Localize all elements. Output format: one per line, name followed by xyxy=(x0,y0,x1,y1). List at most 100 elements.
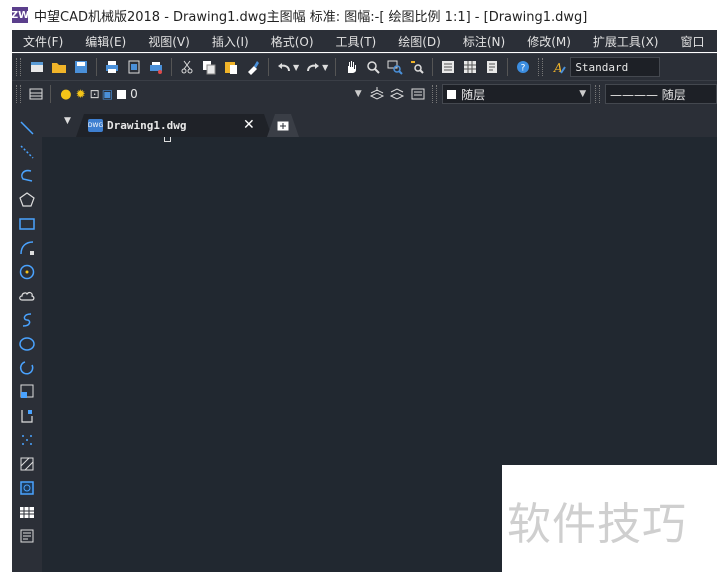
multiline-text-icon[interactable] xyxy=(16,525,38,547)
tool-palettes-icon[interactable] xyxy=(482,57,502,77)
line-icon[interactable] xyxy=(16,117,38,139)
watermark-text: 软件技巧 xyxy=(507,499,687,550)
color-select[interactable]: 随层 ▼ xyxy=(442,84,592,104)
polyline-icon[interactable] xyxy=(16,165,38,187)
properties-icon[interactable] xyxy=(438,57,458,77)
text-style-select[interactable]: Standard xyxy=(570,57,661,77)
undo-dropdown-icon[interactable]: ▼ xyxy=(293,63,299,72)
gradient-icon[interactable] xyxy=(16,477,38,499)
toolbar-grip[interactable] xyxy=(538,58,544,76)
zoom-previous-icon[interactable] xyxy=(407,57,427,77)
revision-cloud-icon[interactable] xyxy=(16,285,38,307)
new-file-icon[interactable] xyxy=(27,57,47,77)
cut-icon[interactable] xyxy=(177,57,197,77)
match-properties-icon[interactable] xyxy=(243,57,263,77)
layer-states-icon[interactable] xyxy=(409,84,428,104)
redo-dropdown-icon[interactable]: ▼ xyxy=(322,63,328,72)
publish-icon[interactable] xyxy=(146,57,166,77)
layer-dropdown-icon[interactable]: ▼ xyxy=(355,89,362,99)
circle-icon[interactable] xyxy=(16,261,38,283)
new-tab-icon xyxy=(277,121,289,130)
toolbar-grip[interactable] xyxy=(16,58,21,76)
toolbar-separator xyxy=(50,85,52,103)
layer-name-value: 0 xyxy=(130,87,138,101)
layer-select[interactable]: ● ✹ ⊡ ▣ 0 ▼ xyxy=(55,84,367,104)
rectangle-icon[interactable] xyxy=(16,213,38,235)
toolbar-grip[interactable] xyxy=(432,85,438,103)
table-icon[interactable] xyxy=(16,501,38,523)
text-style-value: Standard xyxy=(575,60,629,74)
toolbar-separator xyxy=(171,58,172,76)
polygon-icon[interactable] xyxy=(16,189,38,211)
insert-block-icon[interactable] xyxy=(16,381,38,403)
menu-extended-tools[interactable]: 扩展工具(X) xyxy=(582,33,670,50)
zoom-window-icon[interactable] xyxy=(385,57,405,77)
help-icon[interactable]: ? xyxy=(513,57,533,77)
svg-text:?: ? xyxy=(521,64,526,74)
menu-insert[interactable]: 插入(I) xyxy=(201,33,260,50)
color-dropdown-icon[interactable]: ▼ xyxy=(579,89,586,99)
layer-freeze-sun-icon[interactable]: ✹ xyxy=(76,87,86,101)
open-folder-icon[interactable] xyxy=(49,57,69,77)
close-tab-icon[interactable]: ✕ xyxy=(243,117,255,133)
undo-icon[interactable] xyxy=(274,57,294,77)
hatch-icon[interactable] xyxy=(16,453,38,475)
color-swatch xyxy=(447,89,457,99)
layer-previous-icon[interactable] xyxy=(388,84,407,104)
window-title: 中望CAD机械版2018 - Drawing1.dwg主图幅 标准: 图幅:-[… xyxy=(34,9,588,25)
toolbar-separator xyxy=(432,58,434,76)
copy-icon[interactable] xyxy=(199,57,219,77)
layer-viewport-icon[interactable]: ⊡ xyxy=(90,87,100,101)
menu-dimension[interactable]: 标注(N) xyxy=(452,33,516,50)
point-icon[interactable] xyxy=(16,429,38,451)
arc-icon[interactable] xyxy=(16,237,38,259)
design-center-icon[interactable] xyxy=(460,57,480,77)
print-icon[interactable] xyxy=(102,57,122,77)
ellipse-arc-icon[interactable] xyxy=(16,357,38,379)
layers-toolbar: ● ✹ ⊡ ▣ 0 ▼ 随层 ▼ ———— 随层 xyxy=(12,80,717,107)
construction-line-icon[interactable] xyxy=(16,141,38,163)
spline-icon[interactable] xyxy=(16,309,38,331)
menu-edit[interactable]: 编辑(E) xyxy=(74,33,137,50)
toolbar-separator xyxy=(507,58,509,76)
zoom-realtime-icon[interactable] xyxy=(363,57,383,77)
dwg-file-icon: DWG xyxy=(88,119,103,132)
toolbar-separator xyxy=(268,58,269,76)
toolbar-separator xyxy=(96,58,97,76)
tab-list-dropdown-icon[interactable]: ▼ xyxy=(64,116,71,126)
document-tab-strip: ▼ DWG Drawing1.dwg ✕ xyxy=(42,107,717,137)
menu-file[interactable]: 文件(F) xyxy=(12,33,74,50)
new-tab-button[interactable] xyxy=(267,114,299,137)
menu-tools[interactable]: 工具(T) xyxy=(325,33,388,50)
menu-modify[interactable]: 修改(M) xyxy=(516,33,582,50)
menu-draw[interactable]: 绘图(D) xyxy=(387,33,452,50)
crosshair-cursor-icon xyxy=(164,137,171,142)
print-preview-icon[interactable] xyxy=(124,57,144,77)
menu-bar: 文件(F) 编辑(E) 视图(V) 插入(I) 格式(O) 工具(T) 绘图(D… xyxy=(12,30,717,52)
menu-format[interactable]: 格式(O) xyxy=(260,33,325,50)
layer-manager-icon[interactable] xyxy=(27,84,46,104)
menu-window[interactable]: 窗口 xyxy=(670,33,716,50)
app-logo-icon: ZW xyxy=(11,7,29,23)
draw-toolbar xyxy=(12,107,42,572)
make-block-icon[interactable] xyxy=(16,405,38,427)
layer-lock-icon[interactable]: ▣ xyxy=(102,87,113,101)
pan-hand-icon[interactable] xyxy=(341,57,361,77)
layer-on-bulb-icon[interactable]: ● xyxy=(60,87,71,102)
linetype-select[interactable]: ———— 随层 xyxy=(604,84,717,104)
toolbar-grip[interactable] xyxy=(595,85,600,103)
text-style-icon[interactable]: A xyxy=(549,57,569,77)
color-value: 随层 xyxy=(461,87,486,102)
linetype-value: ———— 随层 xyxy=(609,87,686,102)
save-icon[interactable] xyxy=(71,57,91,77)
toolbar-grip[interactable] xyxy=(16,85,21,103)
make-object-layer-current-icon[interactable] xyxy=(368,84,387,104)
redo-icon[interactable] xyxy=(303,57,323,77)
ellipse-icon[interactable] xyxy=(16,333,38,355)
paste-icon[interactable] xyxy=(221,57,241,77)
menu-view[interactable]: 视图(V) xyxy=(137,33,201,50)
standard-toolbar: ▼ ▼ ? A Standard xyxy=(12,53,717,80)
toolbar-separator xyxy=(335,58,337,76)
layer-color-swatch xyxy=(117,89,127,99)
document-tab-label: Drawing1.dwg xyxy=(107,119,187,132)
